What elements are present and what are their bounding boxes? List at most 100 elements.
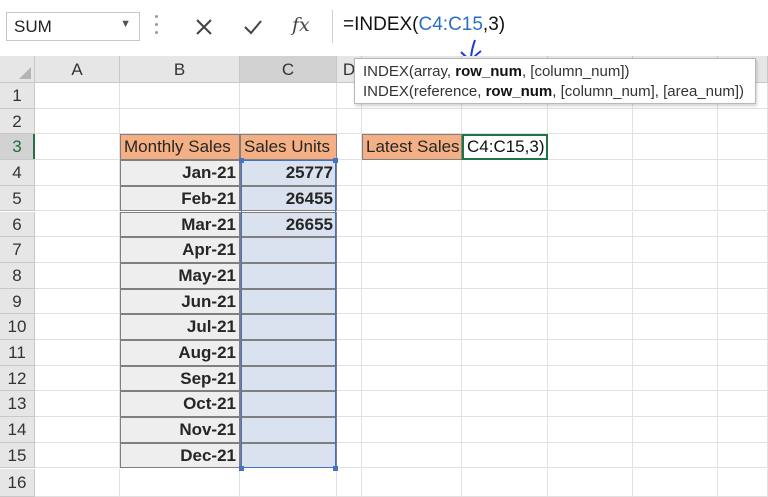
grid-cell[interactable]	[35, 160, 120, 186]
month-cell[interactable]: Sep-21	[120, 365, 240, 392]
month-cell[interactable]: Jan-21	[120, 160, 240, 186]
grid-cell[interactable]	[718, 442, 768, 469]
grid-cell[interactable]	[35, 134, 120, 161]
grid-cell[interactable]	[337, 185, 362, 212]
grid-cell[interactable]	[362, 160, 462, 186]
grid-cell[interactable]	[548, 314, 633, 340]
grid-cell[interactable]	[633, 185, 718, 212]
grid-cell[interactable]	[337, 442, 362, 469]
grid-cell[interactable]	[718, 468, 768, 497]
grid-cell[interactable]	[633, 288, 718, 315]
grid-cell[interactable]	[462, 237, 548, 263]
grid-cell[interactable]	[548, 134, 633, 161]
grid-cell[interactable]	[337, 237, 362, 263]
grid-cell[interactable]	[548, 288, 633, 315]
month-cell[interactable]: Apr-21	[120, 237, 240, 263]
grid-cell[interactable]	[35, 83, 120, 109]
grid-cell[interactable]	[337, 160, 362, 186]
month-cell[interactable]: Aug-21	[120, 340, 240, 366]
grid-cell[interactable]	[35, 468, 120, 497]
resize-grip-icon[interactable]	[154, 15, 160, 39]
grid-cell[interactable]	[337, 108, 362, 135]
grid-cell[interactable]	[548, 237, 633, 263]
grid-cell[interactable]	[462, 185, 548, 212]
grid-cell[interactable]	[548, 391, 633, 418]
grid-cell[interactable]	[35, 262, 120, 289]
grid-cell[interactable]	[362, 185, 462, 212]
column-header[interactable]: C	[240, 56, 337, 83]
units-cell[interactable]	[240, 314, 337, 340]
row-header[interactable]: 14	[0, 417, 35, 443]
units-cell[interactable]: 26455	[240, 185, 337, 212]
enter-button[interactable]	[232, 10, 272, 43]
grid-cell[interactable]	[548, 340, 633, 366]
grid-cell[interactable]	[548, 211, 633, 238]
formula-input[interactable]: =INDEX(C4:C15,3)	[332, 10, 768, 43]
grid-cell[interactable]	[362, 340, 462, 366]
grid-cell[interactable]	[462, 108, 548, 135]
row-header[interactable]: 9	[0, 288, 35, 315]
grid-cell[interactable]	[633, 442, 718, 469]
header-monthly-sales[interactable]: Monthly Sales	[120, 134, 240, 161]
grid-cell[interactable]	[35, 442, 120, 469]
grid-cell[interactable]	[462, 211, 548, 238]
grid-cell[interactable]	[718, 134, 768, 161]
month-cell[interactable]: Feb-21	[120, 185, 240, 212]
grid-cell[interactable]	[718, 211, 768, 238]
column-header[interactable]: B	[120, 56, 240, 83]
name-box[interactable]: SUM ▼	[6, 12, 140, 41]
grid-cell[interactable]	[362, 365, 462, 392]
grid-cell[interactable]	[462, 442, 548, 469]
grid-cell[interactable]	[462, 391, 548, 418]
column-header[interactable]: A	[35, 56, 120, 83]
grid-cell[interactable]	[718, 365, 768, 392]
units-cell[interactable]: 26655	[240, 211, 337, 238]
month-cell[interactable]: Dec-21	[120, 442, 240, 469]
grid-cell[interactable]	[548, 417, 633, 443]
range-handle-icon[interactable]	[239, 465, 244, 471]
grid-cell[interactable]	[462, 340, 548, 366]
units-cell[interactable]	[240, 442, 337, 469]
grid-cell[interactable]	[337, 211, 362, 238]
grid-cell[interactable]	[35, 365, 120, 392]
grid-cell[interactable]	[35, 288, 120, 315]
row-header[interactable]: 5	[0, 185, 35, 212]
latest-sales-label[interactable]: Latest Sales	[362, 134, 462, 161]
header-sales-units[interactable]: Sales Units	[240, 134, 337, 161]
grid-cell[interactable]	[337, 417, 362, 443]
grid-cell[interactable]	[35, 314, 120, 340]
month-cell[interactable]: May-21	[120, 262, 240, 289]
grid-cell[interactable]	[718, 288, 768, 315]
grid-cell[interactable]	[633, 340, 718, 366]
grid-cell[interactable]	[337, 365, 362, 392]
range-handle-icon[interactable]	[239, 158, 244, 164]
grid-cell[interactable]	[633, 237, 718, 263]
month-cell[interactable]: Oct-21	[120, 391, 240, 418]
grid-cell[interactable]	[362, 262, 462, 289]
units-cell[interactable]	[240, 262, 337, 289]
grid-cell[interactable]	[362, 211, 462, 238]
grid-cell[interactable]	[362, 237, 462, 263]
cancel-button[interactable]	[184, 10, 224, 43]
grid-cell[interactable]	[633, 134, 718, 161]
grid-cell[interactable]	[633, 211, 718, 238]
grid-cell[interactable]	[337, 340, 362, 366]
grid-cell[interactable]	[462, 288, 548, 315]
grid-cell[interactable]	[548, 262, 633, 289]
range-handle-icon[interactable]	[333, 465, 338, 471]
grid-cell[interactable]	[462, 365, 548, 392]
grid-cell[interactable]	[462, 417, 548, 443]
row-header[interactable]: 7	[0, 237, 35, 263]
grid-cell[interactable]	[462, 160, 548, 186]
grid-cell[interactable]	[35, 417, 120, 443]
units-cell[interactable]	[240, 391, 337, 418]
grid-cell[interactable]	[362, 417, 462, 443]
grid-cell[interactable]	[240, 83, 337, 109]
grid-cell[interactable]	[633, 262, 718, 289]
grid-cell[interactable]	[337, 468, 362, 497]
grid-cell[interactable]	[718, 391, 768, 418]
grid-cell[interactable]	[633, 314, 718, 340]
grid-cell[interactable]	[718, 108, 768, 135]
grid-cell[interactable]	[718, 262, 768, 289]
units-cell[interactable]	[240, 417, 337, 443]
